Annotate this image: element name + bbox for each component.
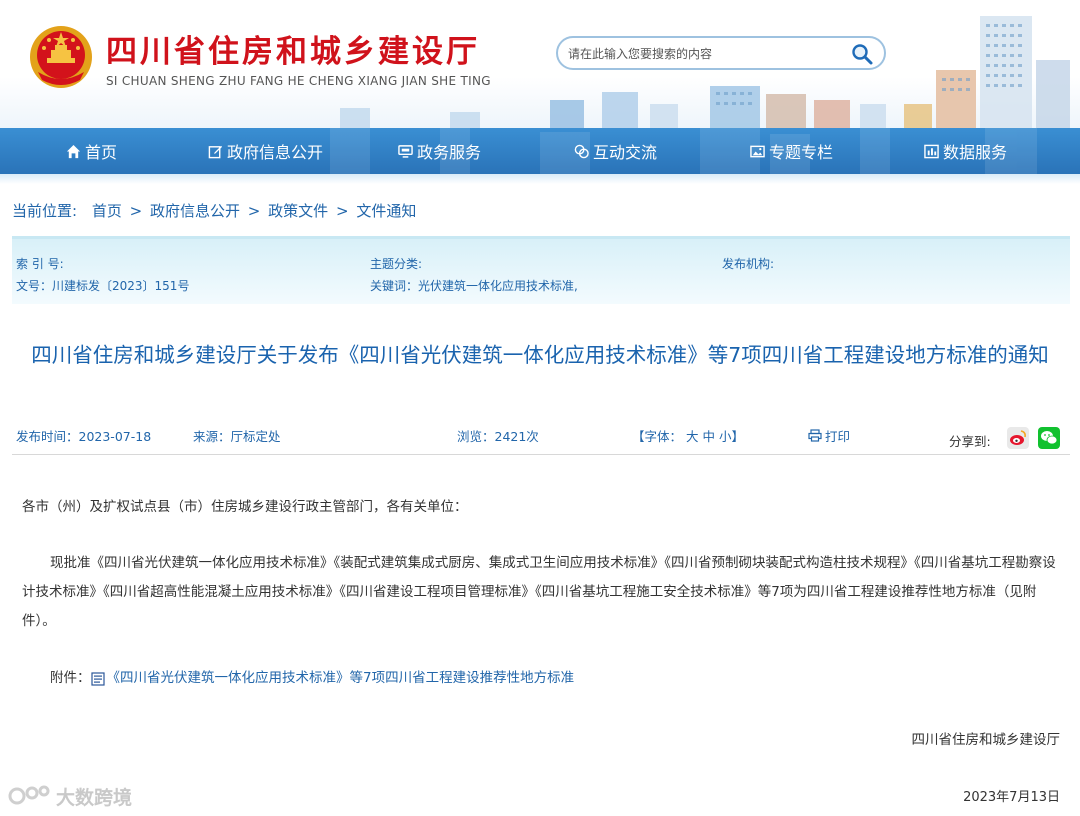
document-info-box: 索 引 号: 主题分类: 发布机构: 文号：川建标发〔2023〕151号 关键词… — [12, 236, 1070, 304]
nav-item-label: 首页 — [85, 143, 118, 162]
nav-item-label: 政务服务 — [417, 143, 482, 162]
printer-icon — [808, 429, 822, 442]
signature: 四川省住房和城乡建设厅 — [911, 732, 1061, 748]
breadcrumb-notices[interactable]: 文件通知 — [356, 202, 416, 220]
font-size-end: 】 — [731, 429, 745, 444]
breadcrumb-government-info[interactable]: 政府信息公开 — [150, 202, 240, 220]
wechat-share-icon[interactable] — [1038, 427, 1060, 449]
info-publisher: 发布机构: — [722, 257, 775, 271]
nav-item-label: 政府信息公开 — [227, 143, 324, 162]
info-category: 主题分类: — [370, 257, 423, 271]
meta-divider — [12, 454, 1070, 455]
font-size-small[interactable]: 小 — [719, 429, 732, 444]
image-icon — [750, 145, 765, 157]
home-icon — [66, 144, 81, 158]
edit-icon — [208, 145, 223, 158]
watermark: 大数跨境 — [8, 782, 132, 810]
font-size-label: 【字体： — [632, 429, 683, 444]
attachment-link[interactable]: 《四川省光伏建筑一体化应用技术标准》等7项四川省工程建设推荐性地方标准 — [107, 664, 575, 693]
chat-icon — [574, 144, 589, 158]
word-document-icon — [90, 671, 105, 686]
info-keywords: 关键词：光伏建筑一体化应用技术标准, — [370, 279, 578, 293]
search-icon[interactable] — [850, 42, 874, 66]
nav-item-data-services[interactable]: 数据服务 — [924, 128, 1007, 174]
nav-item-special-topics[interactable]: 专题专栏 — [750, 128, 833, 174]
breadcrumb-separator: > — [335, 202, 349, 220]
share-label: 分享到: — [949, 434, 991, 449]
attachment-label: 附件： — [50, 670, 91, 686]
breadcrumb-separator: > — [247, 202, 261, 220]
search-input[interactable] — [568, 44, 848, 64]
watermark-text: 大数跨境 — [56, 786, 133, 809]
nav-skyline-decoration — [330, 128, 1037, 174]
print-button[interactable]: 打印 — [808, 426, 850, 445]
breadcrumb-policy-documents[interactable]: 政策文件 — [268, 202, 328, 220]
article-title: 四川省住房和城乡建设厅关于发布《四川省光伏建筑一体化应用技术标准》等7项四川省工… — [31, 343, 1049, 367]
breadcrumb-separator: > — [129, 202, 143, 220]
font-size-control: 【字体：大 中 小】 — [632, 426, 744, 445]
nav-item-interaction[interactable]: 互动交流 — [574, 128, 657, 174]
breadcrumb-home[interactable]: 首页 — [92, 202, 122, 220]
breadcrumb: 当前位置: 首页 > 政府信息公开 > 政策文件 > 文件通知 — [12, 200, 416, 221]
attachment-row: 附件： 《四川省光伏建筑一体化应用技术标准》等7项四川省工程建设推荐性地方标准 — [50, 664, 574, 693]
nav-item-label: 数据服务 — [943, 143, 1008, 162]
nav-item-label: 专题专栏 — [769, 143, 834, 162]
weibo-share-icon[interactable] — [1007, 427, 1029, 449]
watermark-logo-icon — [8, 785, 50, 805]
view-count: 浏览：2421次 — [457, 429, 539, 444]
chart-icon — [924, 144, 939, 158]
info-document-number: 文号：川建标发〔2023〕151号 — [16, 279, 190, 293]
main-nav: 首页 政府信息公开 政务服务 互动交流 专题专栏 数据服务 — [0, 128, 1080, 174]
print-label: 打印 — [825, 429, 851, 444]
breadcrumb-label: 当前位置: — [12, 202, 78, 220]
info-index-number: 索 引 号: — [16, 257, 64, 271]
nav-item-home[interactable]: 首页 — [66, 128, 117, 174]
font-size-medium[interactable]: 中 — [703, 429, 716, 444]
font-size-large[interactable]: 大 — [686, 429, 699, 444]
site-header: 四川省住房和城乡建设厅 SI CHUAN SHENG ZHU FANG HE C… — [0, 0, 1080, 128]
nav-item-government-info[interactable]: 政府信息公开 — [208, 128, 323, 174]
body-paragraph: 现批准《四川省光伏建筑一体化应用技术标准》《装配式建筑集成式厨房、集成式卫生间应… — [22, 555, 1056, 629]
search-box — [556, 36, 886, 70]
article-source: 来源：厅标定处 — [193, 429, 281, 444]
salutation-paragraph: 各市（州）及扩权试点县（市）住房城乡建设行政主管部门，各有关单位： — [22, 499, 468, 515]
monitor-icon — [398, 144, 413, 158]
national-emblem-icon — [30, 26, 92, 88]
nav-bottom-strip — [0, 174, 1080, 184]
nav-item-services[interactable]: 政务服务 — [398, 128, 481, 174]
publish-time: 发布时间：2023-07-18 — [16, 429, 152, 444]
signature-date: 2023年7月13日 — [963, 790, 1060, 805]
nav-item-label: 互动交流 — [593, 143, 658, 162]
